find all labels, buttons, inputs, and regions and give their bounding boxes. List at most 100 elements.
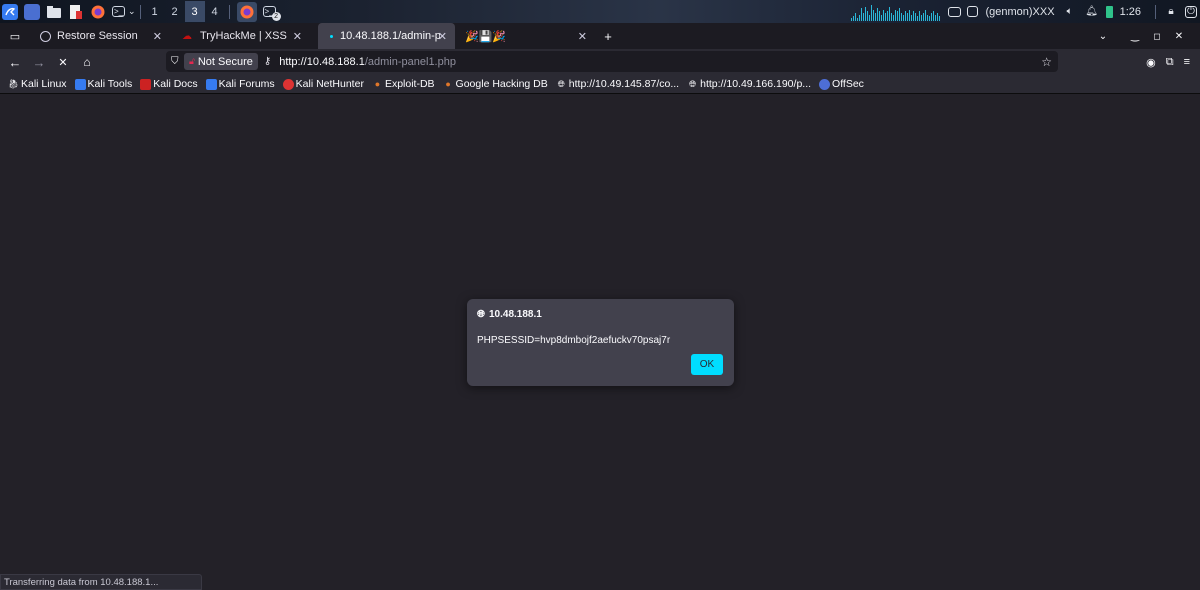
cpu-bar <box>909 9 911 21</box>
globe-icon: 🌐︎ <box>557 78 565 89</box>
shield-icon[interactable]: ⛉ <box>171 56 179 67</box>
workspace-3[interactable]: 3 <box>184 1 205 22</box>
broken-lock-icon: 🔓︎ <box>189 56 195 66</box>
firefox-window-icon[interactable] <box>236 1 257 22</box>
window-close-button[interactable]: ✕ <box>1168 25 1190 47</box>
url-host: http://10.48.188.1 <box>279 55 365 68</box>
account-icon[interactable]: ◉ <box>1146 56 1156 69</box>
workspace-4[interactable]: 4 <box>205 1 225 22</box>
lock-icon[interactable]: 🔒︎ <box>1163 4 1179 20</box>
terminal-launcher-icon[interactable]: >_ <box>112 6 125 17</box>
cpu-bar <box>889 6 891 21</box>
clock[interactable]: 1:26 <box>1120 6 1141 18</box>
bookmark-kali-linux[interactable]: 🐉︎ Kali Linux <box>8 78 67 90</box>
url-bar[interactable]: ⛉ 🔓︎ Not Secure ⚷ http://10.48.188.1/adm… <box>166 51 1058 72</box>
bookmark-kali-forums[interactable]: Kali Forums <box>205 78 275 90</box>
chevron-down-icon[interactable]: ⌄ <box>128 6 136 17</box>
cpu-bar <box>855 12 857 21</box>
cpu-bar <box>883 9 885 21</box>
bookmark-label: Google Hacking DB <box>455 78 548 90</box>
stop-icon[interactable]: ✕ <box>52 51 74 73</box>
bookmark-label: Kali Tools <box>87 78 133 90</box>
workspace-1[interactable]: 1 <box>145 1 165 22</box>
home-icon[interactable]: ⌂ <box>76 51 98 73</box>
bookmark-ip-1[interactable]: 🌐︎ http://10.49.145.87/co... <box>556 78 679 90</box>
cpu-bar <box>851 17 853 21</box>
url-path: /admin-panel1.php <box>364 55 456 68</box>
nav-bar: ← → ✕ ⌂ ⛉ 🔓︎ Not Secure ⚷ http://10.48.1… <box>0 49 1200 75</box>
cpu-bar <box>867 10 869 21</box>
cpu-bar <box>863 12 865 21</box>
power-icon[interactable]: ⏻ <box>1185 5 1197 18</box>
bookmark-offsec[interactable]: OffSec <box>819 78 864 90</box>
bookmark-exploit-db[interactable]: ● Exploit-DB <box>372 78 435 90</box>
close-icon[interactable]: ✕ <box>578 30 587 43</box>
kali-docs-icon <box>140 78 152 90</box>
genmon-icon[interactable] <box>967 6 979 17</box>
bookmark-kali-docs[interactable]: Kali Docs <box>140 78 198 90</box>
tab-tryhackme-xss[interactable]: ☁ TryHackMe | XSS ✕ <box>170 23 310 49</box>
kali-tools-icon <box>74 78 86 90</box>
back-arrow-icon[interactable]: ← <box>4 51 26 73</box>
tab-title: Restore Session <box>57 30 138 42</box>
ok-button[interactable]: OK <box>691 354 723 375</box>
text-editor-icon[interactable] <box>68 4 84 20</box>
globe-icon: 🌐︎ <box>689 78 697 89</box>
menu-icon[interactable]: ≡ <box>1184 56 1190 69</box>
extensions-icon[interactable]: ⧉ <box>1166 56 1174 69</box>
bookmark-label: Kali Docs <box>153 78 198 90</box>
bookmark-label: OffSec <box>832 78 864 90</box>
bookmark-label: Exploit-DB <box>384 78 435 90</box>
tryhackme-icon: ☁ <box>182 30 192 42</box>
not-secure-badge[interactable]: 🔓︎ Not Secure <box>184 53 258 70</box>
close-icon[interactable]: ✕ <box>438 30 447 43</box>
firefox-launcher-icon[interactable] <box>90 4 106 20</box>
cpu-bar <box>885 12 887 21</box>
cpu-bar <box>861 7 863 21</box>
cpu-bar <box>932 10 934 21</box>
bookmark-label: Kali Forums <box>218 78 275 90</box>
tab-restore-session[interactable]: Restore Session ✕ <box>30 23 170 49</box>
tab-list-chevron-icon[interactable]: ⌄ <box>1092 25 1114 47</box>
volume-icon[interactable]: 🔈︎ <box>1062 4 1078 20</box>
bookmark-ip-2[interactable]: 🌐︎ http://10.49.166.190/p... <box>687 78 811 90</box>
notification-bell-icon[interactable]: 🔔︎ <box>1084 4 1100 20</box>
new-tab-button[interactable]: + <box>597 25 619 47</box>
terminal-window-icon[interactable]: >_ 2 <box>262 6 281 21</box>
genmon-label: (genmon)XXX <box>985 5 1055 18</box>
battery-icon[interactable] <box>1105 5 1113 18</box>
bookmarks-bar: 🐉︎ Kali Linux Kali Tools Kali Docs Kali F… <box>0 75 1200 94</box>
tab-emoji[interactable]: 🎉💾🎉 ✕ <box>455 23 595 49</box>
kali-menu-icon[interactable] <box>2 3 18 20</box>
minimize-button[interactable]: ‿ <box>1124 25 1146 47</box>
cpu-bar <box>875 12 877 21</box>
restore-session-icon <box>40 30 51 42</box>
dialog-host: 10.48.188.1 <box>489 309 542 320</box>
panel-separator <box>139 4 141 19</box>
file-manager-icon[interactable] <box>46 4 62 20</box>
firefox-view-icon[interactable]: ▭ <box>4 25 26 47</box>
show-desktop-icon[interactable] <box>24 3 40 20</box>
maximize-button[interactable]: ◻ <box>1146 25 1168 47</box>
bookmark-kali-nethunter[interactable]: Kali NetHunter <box>282 78 364 90</box>
forward-arrow-icon[interactable]: → <box>28 51 50 73</box>
alert-dialog: 🌐︎ 10.48.188.1 PHPSESSID=hvp8dmbojf2aefu… <box>467 299 734 386</box>
close-icon[interactable]: ✕ <box>293 30 302 43</box>
bookmark-label: Kali Linux <box>21 78 67 90</box>
not-secure-label: Not Secure <box>197 55 253 68</box>
display-icon[interactable] <box>948 6 962 17</box>
tab-admin-panel[interactable]: 10.48.188.1/admin-panel1 ✕ <box>318 23 455 49</box>
url-text[interactable]: http://10.48.188.1/admin-panel1.php <box>279 56 456 68</box>
globe-icon: 🌐︎ <box>477 309 485 320</box>
key-icon[interactable]: ⚷ <box>264 56 271 67</box>
close-icon[interactable]: ✕ <box>153 30 162 43</box>
cpu-bar <box>859 14 861 21</box>
bookmark-kali-tools[interactable]: Kali Tools <box>74 78 133 90</box>
bookmark-ghdb[interactable]: ● Google Hacking DB <box>443 78 548 90</box>
panel-separator <box>228 4 230 19</box>
cpu-bar <box>877 7 879 21</box>
cpu-bar <box>922 12 924 21</box>
bookmark-star-icon[interactable]: ☆ <box>1041 55 1052 69</box>
workspace-2[interactable]: 2 <box>165 1 185 22</box>
status-text: Transferring data from 10.48.188.1... <box>4 576 159 588</box>
